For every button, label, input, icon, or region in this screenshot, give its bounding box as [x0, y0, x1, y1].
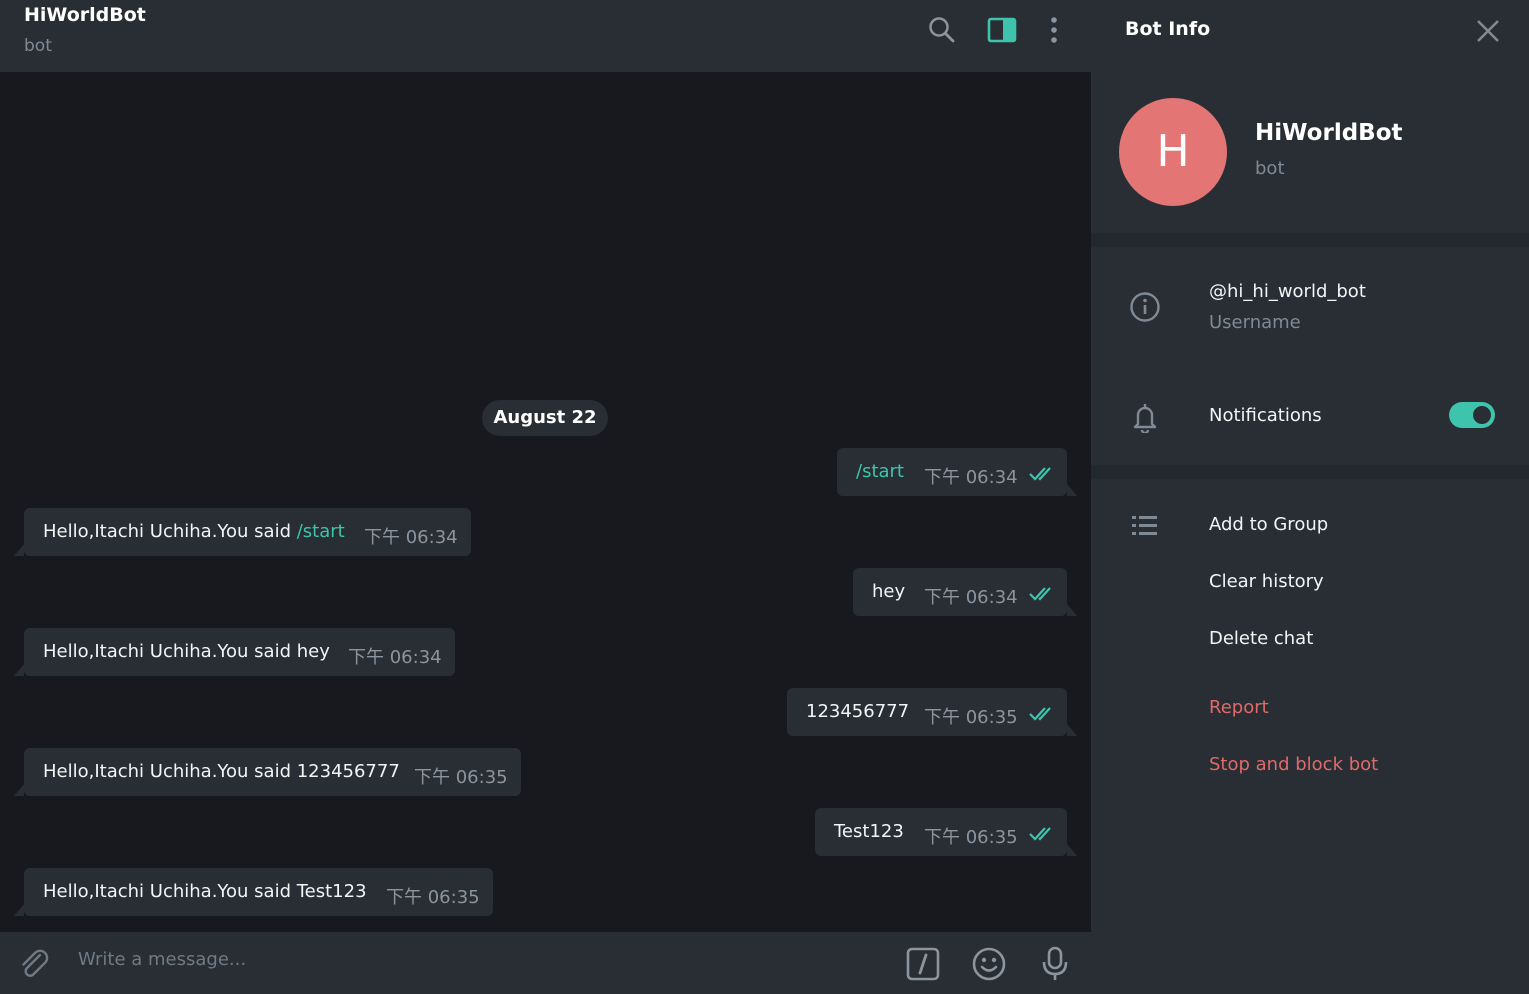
info-icon — [1130, 292, 1160, 322]
message-text: Hello,Itachi Uchiha.You said hey — [43, 641, 330, 662]
message-input[interactable]: Write a message... — [78, 949, 246, 970]
chat-area: HiWorldBot bot August 22 /start 下午 06:34 — [0, 0, 1091, 994]
panel-title: Bot Info — [1125, 18, 1211, 40]
message-text: hey — [872, 581, 906, 602]
message-out[interactable]: 123456777 下午 06:35 — [787, 688, 1077, 736]
message-time: 下午 06:35 — [924, 707, 1018, 728]
message-text: Test123 — [834, 821, 904, 842]
avatar[interactable]: H — [1119, 98, 1227, 206]
message-time: 下午 06:34 — [348, 647, 442, 668]
message-list[interactable]: August 22 /start 下午 06:34 Hello,Itachi U… — [0, 72, 1091, 932]
double-check-icon — [1029, 827, 1051, 841]
bot-info-panel: Bot Info H HiWorldBot bot @hi_hi_world_b… — [1091, 0, 1529, 994]
more-vertical-icon[interactable] — [1038, 14, 1070, 46]
toggle-knob — [1471, 404, 1493, 426]
double-check-icon — [1029, 467, 1051, 481]
bubble-tail — [1067, 604, 1077, 616]
report-button[interactable]: Report — [1209, 697, 1269, 718]
message-text: Hello,Itachi Uchiha.You said 123456777 — [43, 761, 400, 782]
message-out[interactable]: /start 下午 06:34 — [837, 448, 1077, 496]
bot-subtitle: bot — [1255, 158, 1285, 179]
emoji-icon[interactable] — [971, 946, 1007, 982]
sidebar-toggle-icon[interactable] — [986, 14, 1018, 46]
message-out[interactable]: hey 下午 06:34 — [853, 568, 1077, 616]
message-time: 下午 06:34 — [924, 467, 1018, 488]
message-in[interactable]: Hello,Itachi Uchiha.You said 123456777 下… — [14, 748, 521, 796]
message-in[interactable]: Hello,Itachi Uchiha.You said hey 下午 06:3… — [14, 628, 455, 676]
clear-history-button[interactable]: Clear history — [1209, 571, 1324, 592]
message-time: 下午 06:35 — [414, 767, 508, 788]
bubble-tail — [1067, 844, 1077, 856]
section-divider — [1091, 233, 1529, 247]
bubble-tail — [1067, 484, 1077, 496]
bubble-tail — [14, 664, 24, 676]
list-icon — [1132, 516, 1157, 535]
bubble-tail — [14, 784, 24, 796]
double-check-icon — [1029, 707, 1051, 721]
message-composer: Write a message... — [0, 932, 1091, 994]
bot-command-link[interactable]: /start — [297, 521, 345, 542]
delete-chat-button[interactable]: Delete chat — [1209, 628, 1313, 649]
search-icon[interactable] — [926, 14, 958, 46]
username-label: Username — [1209, 312, 1301, 333]
attach-icon[interactable] — [16, 946, 52, 982]
chat-title[interactable]: HiWorldBot — [24, 4, 146, 26]
add-to-group-button[interactable]: Add to Group — [1209, 514, 1328, 535]
chat-subtitle: bot — [24, 36, 52, 56]
bubble-tail — [14, 904, 24, 916]
date-separator: August 22 — [482, 400, 608, 436]
notifications-toggle[interactable] — [1449, 402, 1495, 428]
message-time: 下午 06:34 — [364, 527, 458, 548]
stop-and-block-button[interactable]: Stop and block bot — [1209, 754, 1378, 775]
message-in[interactable]: Hello,Itachi Uchiha.You said Test123 下午 … — [14, 868, 493, 916]
microphone-icon[interactable] — [1037, 946, 1073, 982]
message-in[interactable]: Hello,Itachi Uchiha.You said /start 下午 0… — [14, 508, 471, 556]
message-time: 下午 06:34 — [924, 587, 1018, 608]
bot-command-icon[interactable] — [905, 946, 941, 982]
message-text: Hello,Itachi Uchiha.You said /start — [43, 521, 345, 542]
message-text[interactable]: /start — [856, 448, 904, 496]
bubble-tail — [1067, 724, 1077, 736]
notifications-label: Notifications — [1209, 405, 1322, 426]
section-divider — [1091, 465, 1529, 479]
message-text: Hello,Itachi Uchiha.You said Test123 — [43, 881, 367, 902]
bot-name: HiWorldBot — [1255, 120, 1403, 146]
bell-icon — [1133, 404, 1157, 433]
username-value[interactable]: @hi_hi_world_bot — [1209, 281, 1366, 302]
message-time: 下午 06:35 — [924, 827, 1018, 848]
close-icon[interactable] — [1475, 18, 1501, 44]
message-out[interactable]: Test123 下午 06:35 — [815, 808, 1077, 856]
bubble-tail — [14, 544, 24, 556]
message-text: 123456777 — [806, 701, 910, 722]
chat-header: HiWorldBot bot — [0, 0, 1091, 72]
message-time: 下午 06:35 — [386, 887, 480, 908]
double-check-icon — [1029, 587, 1051, 601]
